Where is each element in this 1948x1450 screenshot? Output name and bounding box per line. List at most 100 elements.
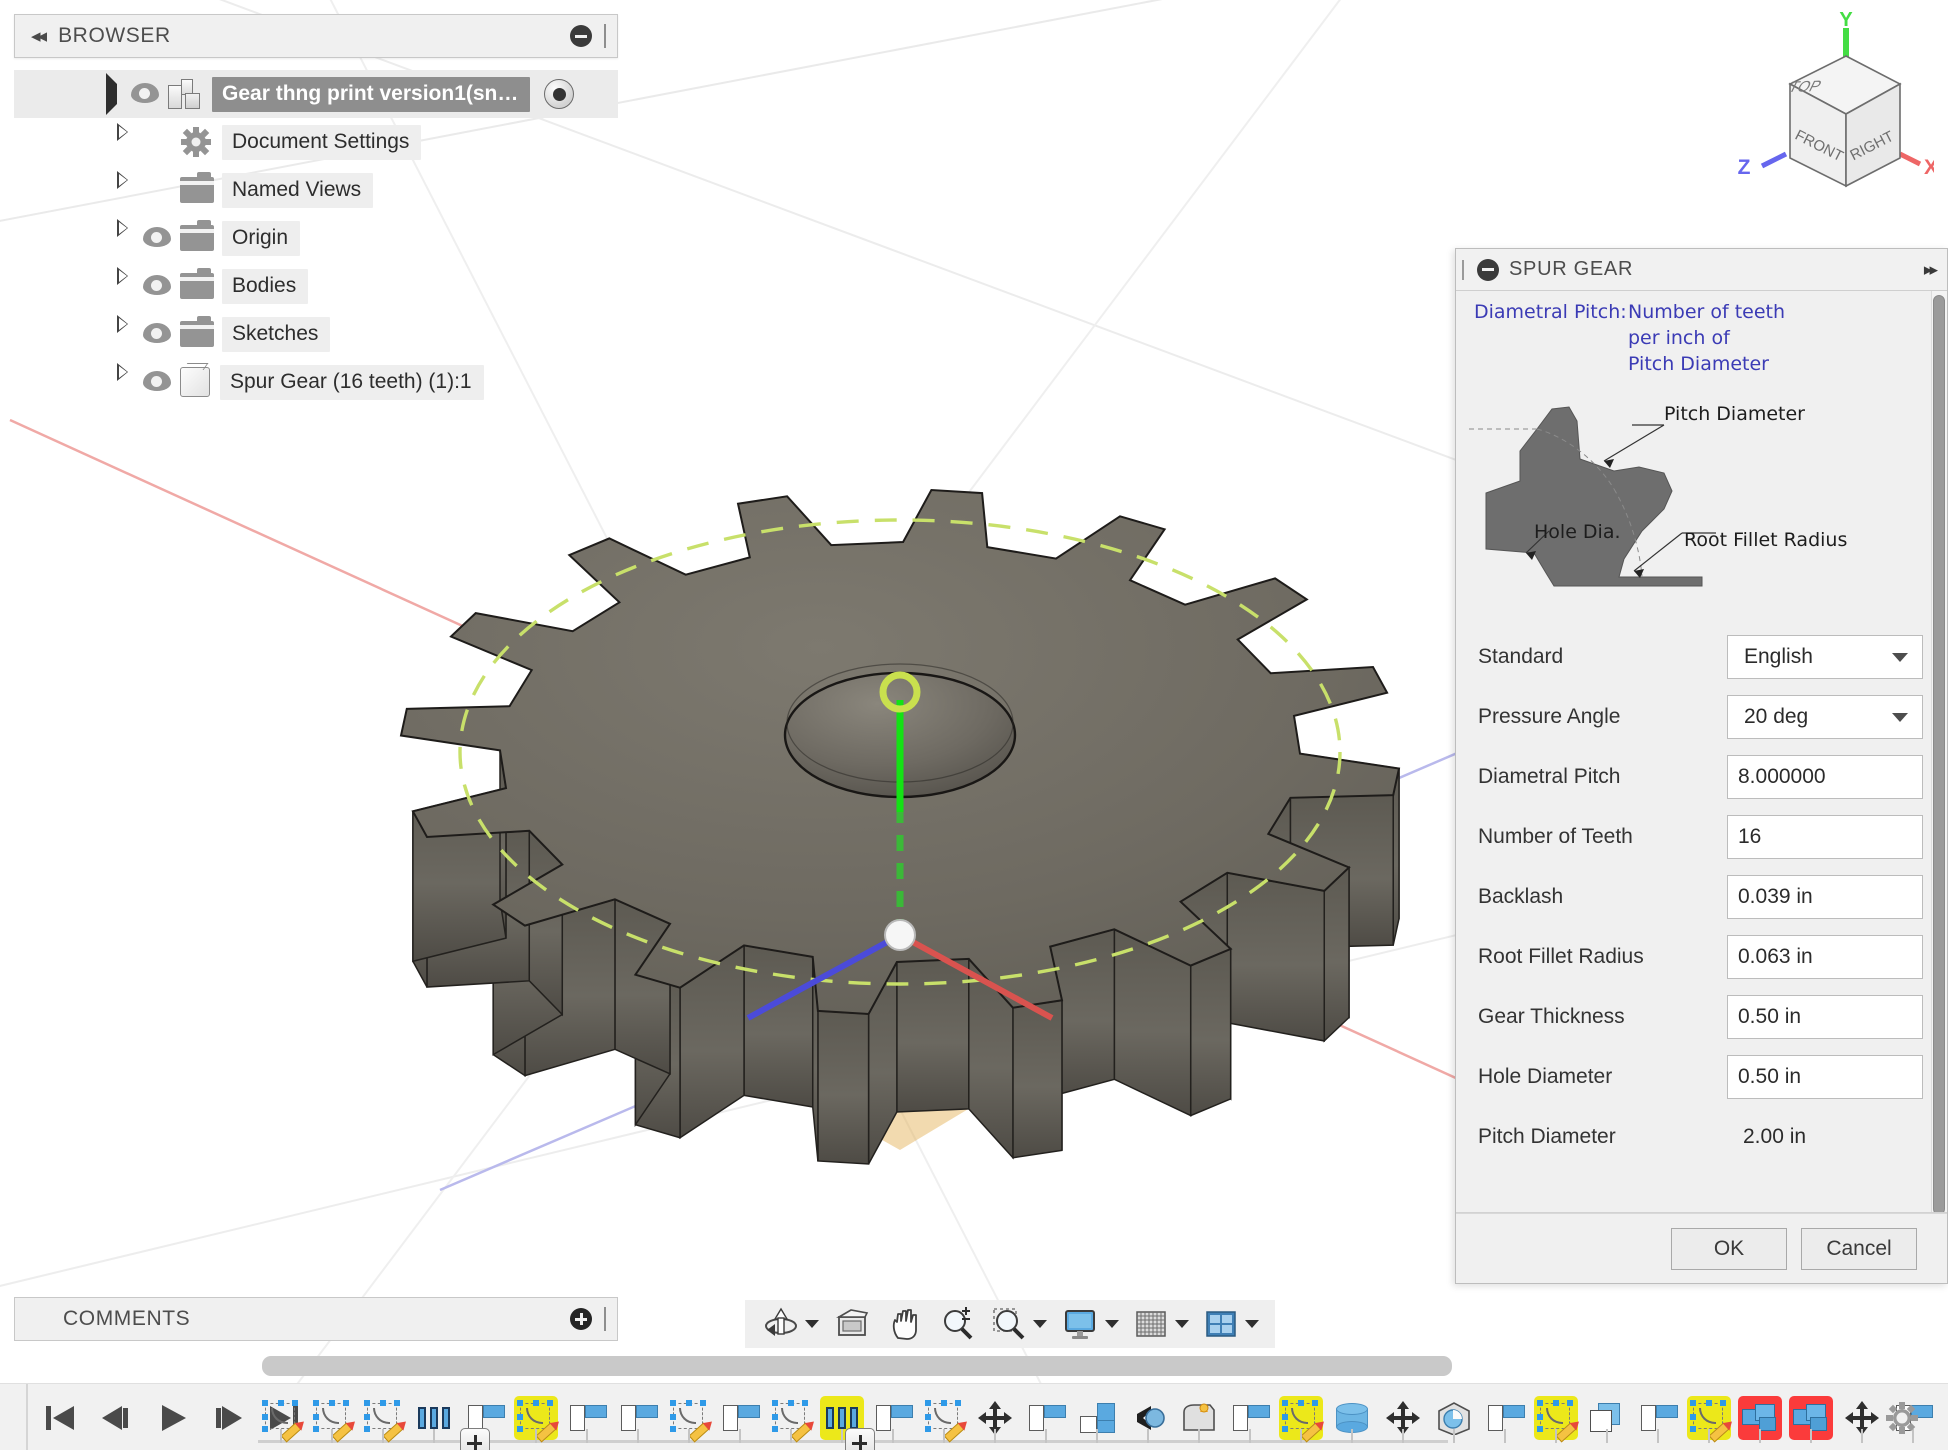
timeline-feature[interactable] [1632, 1384, 1683, 1450]
look-at-button[interactable] [827, 1302, 879, 1346]
dialog-scrollbar-track[interactable] [1931, 291, 1947, 1212]
timeline-feature[interactable] [1683, 1384, 1734, 1450]
expand-triangle-open-icon[interactable] [94, 73, 128, 115]
play-button[interactable] [152, 1398, 192, 1438]
grid-snap-button[interactable] [1127, 1302, 1195, 1346]
timeline-scrollbar-track[interactable] [262, 1356, 1462, 1376]
grid-snap-caret-icon[interactable] [1175, 1320, 1189, 1328]
input-diametral-pitch[interactable]: 8.000000 [1727, 755, 1923, 799]
timeline-feature[interactable] [255, 1384, 306, 1450]
minimize-browser-icon[interactable] [570, 25, 592, 47]
input-gear-thickness[interactable]: 0.50 in [1727, 995, 1923, 1039]
select-standard[interactable]: English [1727, 635, 1923, 679]
select-pressure-angle[interactable]: 20 deg [1727, 695, 1923, 739]
visibility-eye-icon[interactable] [128, 83, 162, 105]
visibility-eye-icon[interactable] [140, 323, 174, 345]
input-hole-diameter[interactable]: 0.50 in [1727, 1055, 1923, 1099]
timeline-feature[interactable] [1275, 1384, 1326, 1450]
zoom-in-button[interactable] [933, 1302, 983, 1346]
dialog-scrollbar-thumb[interactable] [1933, 295, 1945, 1212]
timeline-feature[interactable] [1224, 1384, 1275, 1450]
skip-to-beginning-button[interactable] [40, 1398, 80, 1438]
timeline-feature[interactable] [357, 1384, 408, 1450]
timeline-feature[interactable] [1530, 1384, 1581, 1450]
add-comment-icon[interactable] [570, 1308, 592, 1330]
browser-item-sketches[interactable]: Sketches [14, 310, 618, 358]
expand-triangle-closed-icon[interactable] [106, 324, 140, 344]
collapse-panel-icon[interactable]: ◂◂ [31, 26, 47, 46]
timeline-feature[interactable] [1428, 1384, 1479, 1450]
timeline-feature[interactable] [1785, 1384, 1836, 1450]
visibility-eye-icon[interactable] [140, 371, 174, 393]
pan-button[interactable] [881, 1302, 931, 1346]
dialog-grip[interactable] [1462, 259, 1465, 280]
expand-triangle-closed-icon[interactable] [106, 180, 140, 200]
timeline-feature[interactable] [1377, 1384, 1428, 1450]
visibility-eye-icon[interactable] [140, 275, 174, 297]
panel-grip[interactable] [604, 24, 607, 48]
dialog-minimize-icon[interactable] [1477, 258, 1499, 281]
dialog-header[interactable]: SPUR GEAR ▸▸ [1456, 249, 1947, 291]
display-settings-caret-icon[interactable] [1105, 1320, 1119, 1328]
browser-item-bodies[interactable]: Bodies [14, 262, 618, 310]
timeline-feature[interactable] [1734, 1384, 1785, 1450]
input-root-fillet-radius[interactable]: 0.063 in [1727, 935, 1923, 979]
timeline-feature[interactable] [1173, 1384, 1224, 1450]
step-forward-button[interactable] [208, 1398, 248, 1438]
timeline-feature[interactable] [663, 1384, 714, 1450]
timeline-feature[interactable] [1836, 1384, 1887, 1450]
comments-panel[interactable]: COMMENTS [14, 1297, 618, 1341]
timeline-feature[interactable] [1479, 1384, 1530, 1450]
timeline-feature[interactable] [612, 1384, 663, 1450]
grid-snap-icon [1136, 1311, 1166, 1337]
combine-icon [1792, 1403, 1830, 1433]
timeline-feature[interactable] [765, 1384, 816, 1450]
browser-item-gear-thng-print-version1-sn[interactable]: Gear thng print version1(sn… [14, 70, 618, 118]
viewport-layout-caret-icon[interactable] [1245, 1320, 1259, 1328]
expand-triangle-closed-icon[interactable] [106, 132, 140, 152]
view-cube[interactable]: Y Z X TOP FRONT RIGHT [1704, 8, 1938, 208]
input-backlash[interactable]: 0.039 in [1727, 875, 1923, 919]
timeline-feature[interactable] [510, 1384, 561, 1450]
viewport-layout-button[interactable] [1197, 1302, 1265, 1346]
timeline-tick [993, 1429, 996, 1443]
browser-item-origin[interactable]: Origin [14, 214, 618, 262]
browser-item-named-views[interactable]: Named Views [14, 166, 618, 214]
step-back-button[interactable] [96, 1398, 136, 1438]
timeline-feature[interactable] [561, 1384, 612, 1450]
browser-header[interactable]: ◂◂ BROWSER [14, 14, 618, 58]
browser-item-document-settings[interactable]: Document Settings [14, 118, 618, 166]
timeline-feature[interactable] [1122, 1384, 1173, 1450]
cancel-button[interactable]: Cancel [1801, 1227, 1917, 1270]
timeline-feature[interactable] [1326, 1384, 1377, 1450]
timeline-feature[interactable] [1020, 1384, 1071, 1450]
timeline-settings-button[interactable] [1882, 1398, 1922, 1438]
expand-triangle-closed-icon[interactable] [106, 276, 140, 296]
chevron-down-icon[interactable] [1892, 652, 1908, 662]
expand-triangle-closed-icon[interactable] [106, 372, 140, 392]
timeline-feature[interactable] [969, 1384, 1020, 1450]
visibility-eye-icon[interactable] [140, 227, 174, 249]
ok-button[interactable]: OK [1671, 1227, 1787, 1270]
orbit-caret-icon[interactable] [805, 1320, 819, 1328]
expand-triangle-closed-icon[interactable] [106, 228, 140, 248]
timeline-add-marker[interactable] [845, 1428, 875, 1450]
input-number-of-teeth[interactable]: 16 [1727, 815, 1923, 859]
zoom-window-button[interactable] [985, 1302, 1053, 1346]
dialog-expand-icon[interactable]: ▸▸ [1924, 260, 1938, 280]
comments-grip[interactable] [604, 1307, 607, 1331]
chevron-down-icon[interactable] [1892, 712, 1908, 722]
timeline-feature[interactable] [408, 1384, 459, 1450]
timeline-scrollbar-thumb[interactable] [262, 1356, 1452, 1376]
timeline-add-marker[interactable] [460, 1428, 490, 1450]
timeline-feature[interactable] [918, 1384, 969, 1450]
display-settings-button[interactable] [1055, 1302, 1125, 1346]
zoom-window-caret-icon[interactable] [1033, 1320, 1047, 1328]
orbit-button[interactable] [755, 1302, 825, 1346]
browser-item-spur-gear-16-teeth-1-1[interactable]: Spur Gear (16 teeth) (1):1 [14, 358, 618, 406]
timeline-feature[interactable] [1071, 1384, 1122, 1450]
timeline-feature[interactable] [714, 1384, 765, 1450]
timeline-feature[interactable] [1581, 1384, 1632, 1450]
active-component-radio[interactable] [544, 79, 575, 109]
timeline-feature[interactable] [306, 1384, 357, 1450]
